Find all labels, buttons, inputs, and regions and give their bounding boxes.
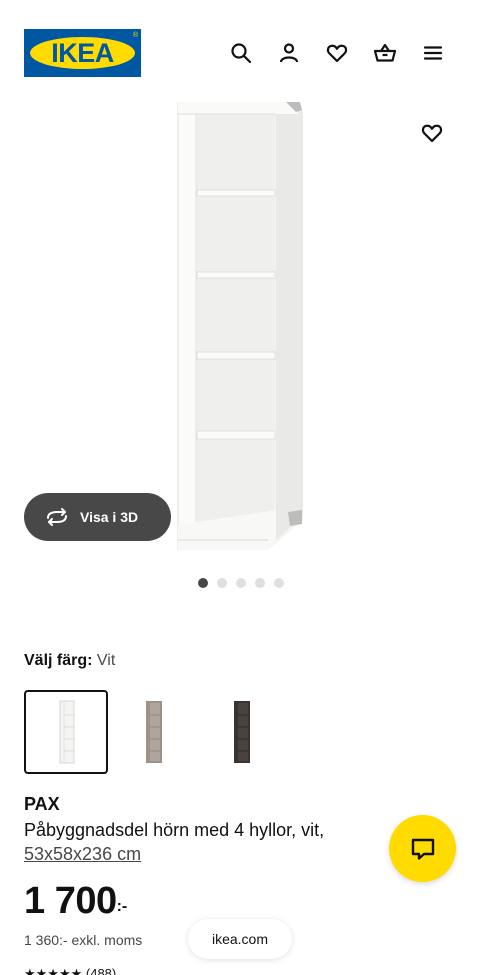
menu-icon[interactable] (418, 38, 448, 68)
color-label-value: Vit (96, 652, 116, 669)
view-3d-label: Visa i 3D (80, 509, 139, 525)
chat-icon (411, 838, 434, 860)
product-description: Påbyggnadsdel hörn med 4 hyllor, vit, (24, 820, 325, 840)
product-dimensions-link[interactable]: 53x58x236 cm (24, 842, 141, 866)
browser-url-bar[interactable]: ikea.com (188, 919, 292, 959)
logo-text: IKEA (51, 38, 114, 68)
gallery-dot[interactable] (255, 578, 265, 588)
gallery-dot[interactable] (217, 578, 227, 588)
site-header: IKEA ® (0, 0, 480, 100)
swatch-image (146, 701, 162, 763)
gallery-dot[interactable] (236, 578, 246, 588)
logo-registered-mark: ® (132, 32, 138, 39)
swatch-image (234, 701, 250, 763)
profile-icon[interactable] (274, 38, 304, 68)
basket-icon[interactable] (370, 38, 400, 68)
chat-button[interactable] (389, 815, 456, 882)
favorite-icon[interactable] (416, 117, 448, 149)
rating-stars: ★★★★★ (24, 966, 86, 975)
search-icon[interactable] (226, 38, 256, 68)
color-option-white[interactable] (24, 690, 108, 774)
heart-icon[interactable] (322, 38, 352, 68)
url-text: ikea.com (211, 931, 269, 947)
ikea-logo[interactable]: IKEA ® (24, 29, 141, 77)
gallery-dot[interactable] (274, 578, 284, 588)
price-excl-vat: 1 360:- exkl. moms (24, 932, 143, 948)
color-label-title: Välj färg: (24, 652, 93, 669)
color-option-black-brown[interactable] (200, 690, 284, 774)
color-option-beige[interactable] (112, 690, 196, 774)
product-rating[interactable]: ★★★★★ (488) (24, 966, 116, 975)
rotate-3d-icon (47, 508, 67, 526)
product-price: 1 700:- (24, 880, 127, 923)
color-selector-label: Välj färg: Vit (24, 652, 115, 670)
view-3d-button[interactable]: Visa i 3D (24, 493, 171, 541)
product-name: PAX (24, 794, 60, 814)
price-suffix: :- (116, 898, 128, 915)
rating-count: (488) (85, 966, 117, 975)
swatch-image (59, 700, 75, 764)
gallery-pagination (0, 578, 480, 590)
price-main: 1 700 (24, 880, 117, 922)
gallery-dot[interactable] (198, 578, 208, 588)
